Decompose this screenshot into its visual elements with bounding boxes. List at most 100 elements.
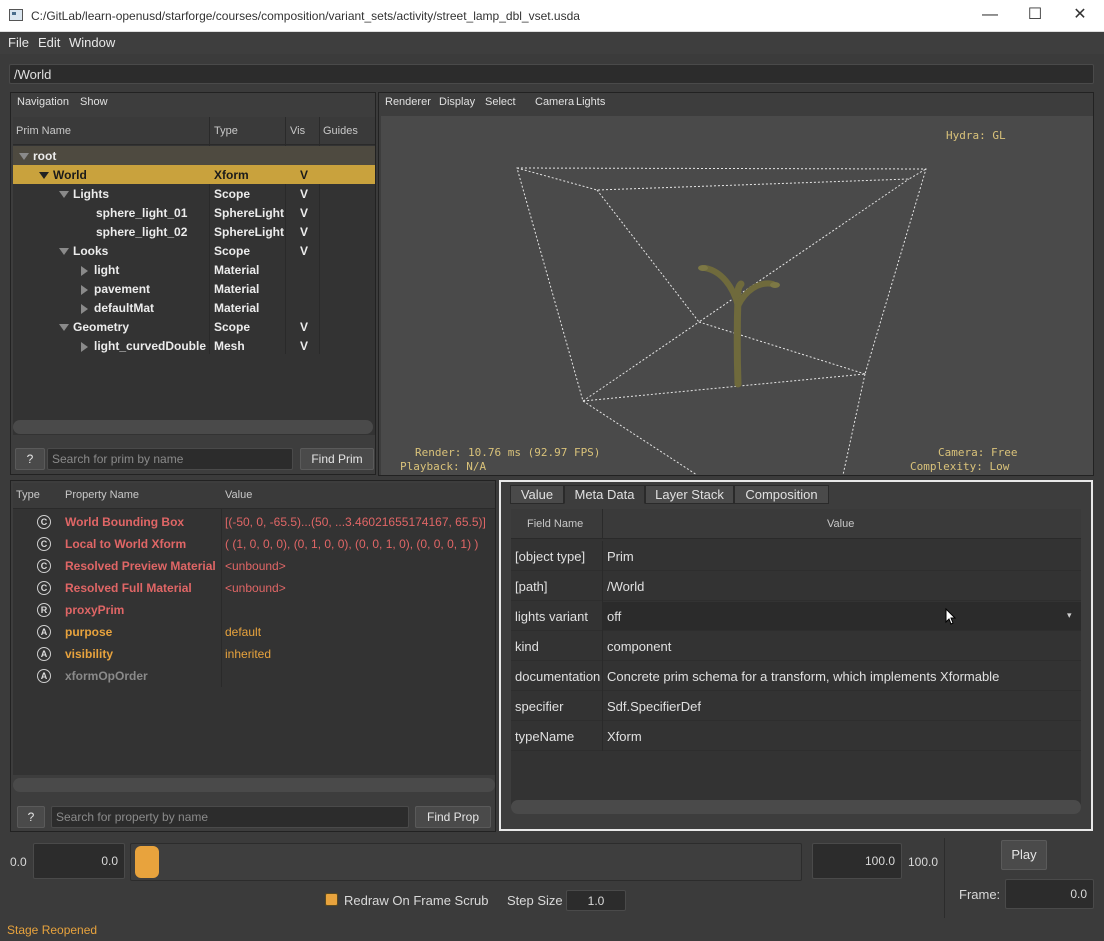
find-prop-button[interactable]: Find Prop — [415, 806, 491, 828]
prim-help-button[interactable]: ? — [15, 448, 45, 470]
property-row-visibility[interactable]: A visibility inherited — [13, 643, 495, 665]
menu-renderer[interactable]: Renderer — [385, 96, 431, 108]
prim-vis-toggle[interactable]: V — [300, 187, 308, 201]
expand-arrow-icon[interactable] — [59, 191, 69, 199]
menu-file[interactable]: File — [8, 35, 29, 50]
find-prim-button[interactable]: Find Prim — [300, 448, 374, 470]
menu-camera[interactable]: Camera — [535, 96, 574, 108]
tab-meta-data[interactable]: Meta Data — [564, 485, 645, 504]
minimize-button[interactable]: — — [967, 0, 1013, 32]
property-row-proxyprim[interactable]: R proxyPrim — [13, 599, 495, 621]
collapse-arrow-icon[interactable] — [81, 284, 88, 295]
relationship-badge-icon: R — [37, 603, 51, 617]
metadata-row-lights-variant[interactable]: lights variant off ▾ — [511, 601, 1081, 631]
metadata-table: Field Name Value [object type] Prim [pat… — [511, 509, 1081, 809]
prim-path-field[interactable]: /World — [9, 64, 1094, 84]
tab-composition[interactable]: Composition — [734, 485, 829, 504]
tree-row-sphere-light-02[interactable]: sphere_light_02 SphereLight V — [13, 222, 375, 241]
attribute-inspector-panel: Value Meta Data Layer Stack Composition … — [499, 480, 1093, 831]
menu-lights[interactable]: Lights — [576, 96, 605, 108]
expand-arrow-icon[interactable] — [39, 172, 49, 180]
metadata-row-specifier[interactable]: specifier Sdf.SpecifierDef — [511, 691, 1081, 721]
tree-row-pavement[interactable]: pavement Material — [13, 279, 375, 298]
close-button[interactable]: ✕ — [1057, 0, 1103, 32]
property-row-local-to-world-xform[interactable]: C Local to World Xform ( (1, 0, 0, 0), (… — [13, 533, 495, 555]
property-search-input[interactable]: Search for property by name — [51, 806, 409, 828]
3d-viewport[interactable]: Hydra: GL Render: 10.76 ms (92.97 FPS) P… — [381, 116, 1093, 475]
collapse-arrow-icon[interactable] — [81, 303, 88, 314]
redraw-checkbox[interactable] — [325, 893, 338, 906]
col-prop-type[interactable]: Type — [16, 489, 40, 501]
property-row-world-bounding-box[interactable]: C World Bounding Box [(-50, 0, -65.5)...… — [13, 511, 495, 533]
dropdown-arrow-icon[interactable]: ▾ — [1067, 610, 1072, 621]
frame-field[interactable]: 0.0 — [1005, 879, 1094, 909]
prim-tree-scrollbar[interactable] — [13, 420, 373, 434]
menu-window[interactable]: Window — [69, 35, 115, 50]
tree-row-looks[interactable]: Looks Scope V — [13, 241, 375, 260]
step-size-field[interactable]: 1.0 — [566, 890, 626, 911]
col-field-name[interactable]: Field Name — [527, 518, 583, 530]
maximize-button[interactable]: ☐ — [1012, 0, 1058, 32]
menu-show[interactable]: Show — [80, 96, 108, 108]
menu-edit[interactable]: Edit — [38, 35, 60, 50]
play-button[interactable]: Play — [1001, 840, 1047, 870]
prim-vis-toggle[interactable]: V — [300, 320, 308, 334]
property-row-purpose[interactable]: A purpose default — [13, 621, 495, 643]
property-value: <unbound> — [225, 581, 286, 595]
col-vis[interactable]: Vis — [290, 125, 305, 137]
property-row-resolved-preview-material[interactable]: C Resolved Preview Material <unbound> — [13, 555, 495, 577]
metadata-table-scrollbar[interactable] — [511, 800, 1081, 814]
frame-slider-handle[interactable] — [135, 846, 159, 878]
metadata-row-typename[interactable]: typeName Xform — [511, 721, 1081, 751]
tree-row-light-curveddouble[interactable]: light_curvedDouble Mesh V — [13, 336, 375, 355]
tree-row-geometry[interactable]: Geometry Scope V — [13, 317, 375, 336]
tab-layer-stack[interactable]: Layer Stack — [645, 485, 734, 504]
col-field-value[interactable]: Value — [827, 518, 854, 530]
col-prim-name[interactable]: Prim Name — [16, 125, 71, 137]
metadata-row-documentation[interactable]: documentation Concrete prim schema for a… — [511, 661, 1081, 691]
navigation-panel: Navigation Show Prim Name Type Vis Guide… — [10, 92, 376, 475]
prim-vis-toggle[interactable]: V — [300, 339, 308, 353]
property-table-scrollbar[interactable] — [13, 778, 495, 792]
timeline-end-field[interactable]: 100.0 — [812, 843, 902, 879]
prim-search-input[interactable]: Search for prim by name — [47, 448, 293, 470]
expand-arrow-icon[interactable] — [59, 248, 69, 256]
tree-row-root[interactable]: root — [13, 146, 375, 165]
timeline-start-field[interactable]: 0.0 — [33, 843, 125, 879]
col-guides[interactable]: Guides — [323, 125, 358, 137]
menu-select[interactable]: Select — [485, 96, 516, 108]
tree-row-defaultmat[interactable]: defaultMat Material — [13, 298, 375, 317]
menu-display[interactable]: Display — [439, 96, 475, 108]
prim-type: Material — [214, 263, 260, 277]
metadata-row-kind[interactable]: kind component — [511, 631, 1081, 661]
property-help-button[interactable]: ? — [17, 806, 45, 828]
frame-slider[interactable] — [130, 843, 802, 881]
tab-value[interactable]: Value — [510, 485, 564, 504]
collapse-arrow-icon[interactable] — [81, 265, 88, 276]
prim-vis-toggle[interactable]: V — [300, 168, 308, 182]
expand-arrow-icon[interactable] — [59, 324, 69, 332]
property-row-resolved-full-material[interactable]: C Resolved Full Material <unbound> — [13, 577, 495, 599]
menu-navigation[interactable]: Navigation — [17, 96, 69, 108]
col-prop-name[interactable]: Property Name — [65, 489, 139, 501]
prim-type: Mesh — [214, 339, 245, 353]
metadata-row-object-type[interactable]: [object type] Prim — [511, 541, 1081, 571]
lights-variant-dropdown[interactable]: off ▾ — [603, 602, 1081, 630]
redraw-label[interactable]: Redraw On Frame Scrub — [344, 893, 489, 908]
col-prop-value[interactable]: Value — [225, 489, 252, 501]
collapse-arrow-icon[interactable] — [81, 341, 88, 352]
prim-vis-toggle[interactable]: V — [300, 225, 308, 239]
prim-vis-toggle[interactable]: V — [300, 244, 308, 258]
tree-row-light[interactable]: light Material — [13, 260, 375, 279]
prim-vis-toggle[interactable]: V — [300, 206, 308, 220]
tree-row-sphere-light-01[interactable]: sphere_light_01 SphereLight V — [13, 203, 375, 222]
prim-name: Geometry — [73, 320, 130, 334]
tree-row-lights[interactable]: Lights Scope V — [13, 184, 375, 203]
expand-arrow-icon[interactable] — [19, 153, 29, 161]
tree-row-world[interactable]: World Xform V — [13, 165, 375, 184]
property-panel: Type Property Name Value C World Boundin… — [10, 480, 496, 832]
property-name: Resolved Preview Material — [65, 559, 216, 573]
metadata-row-path[interactable]: [path] /World — [511, 571, 1081, 601]
property-row-xformoporder[interactable]: A xformOpOrder — [13, 665, 495, 687]
col-type[interactable]: Type — [214, 125, 238, 137]
